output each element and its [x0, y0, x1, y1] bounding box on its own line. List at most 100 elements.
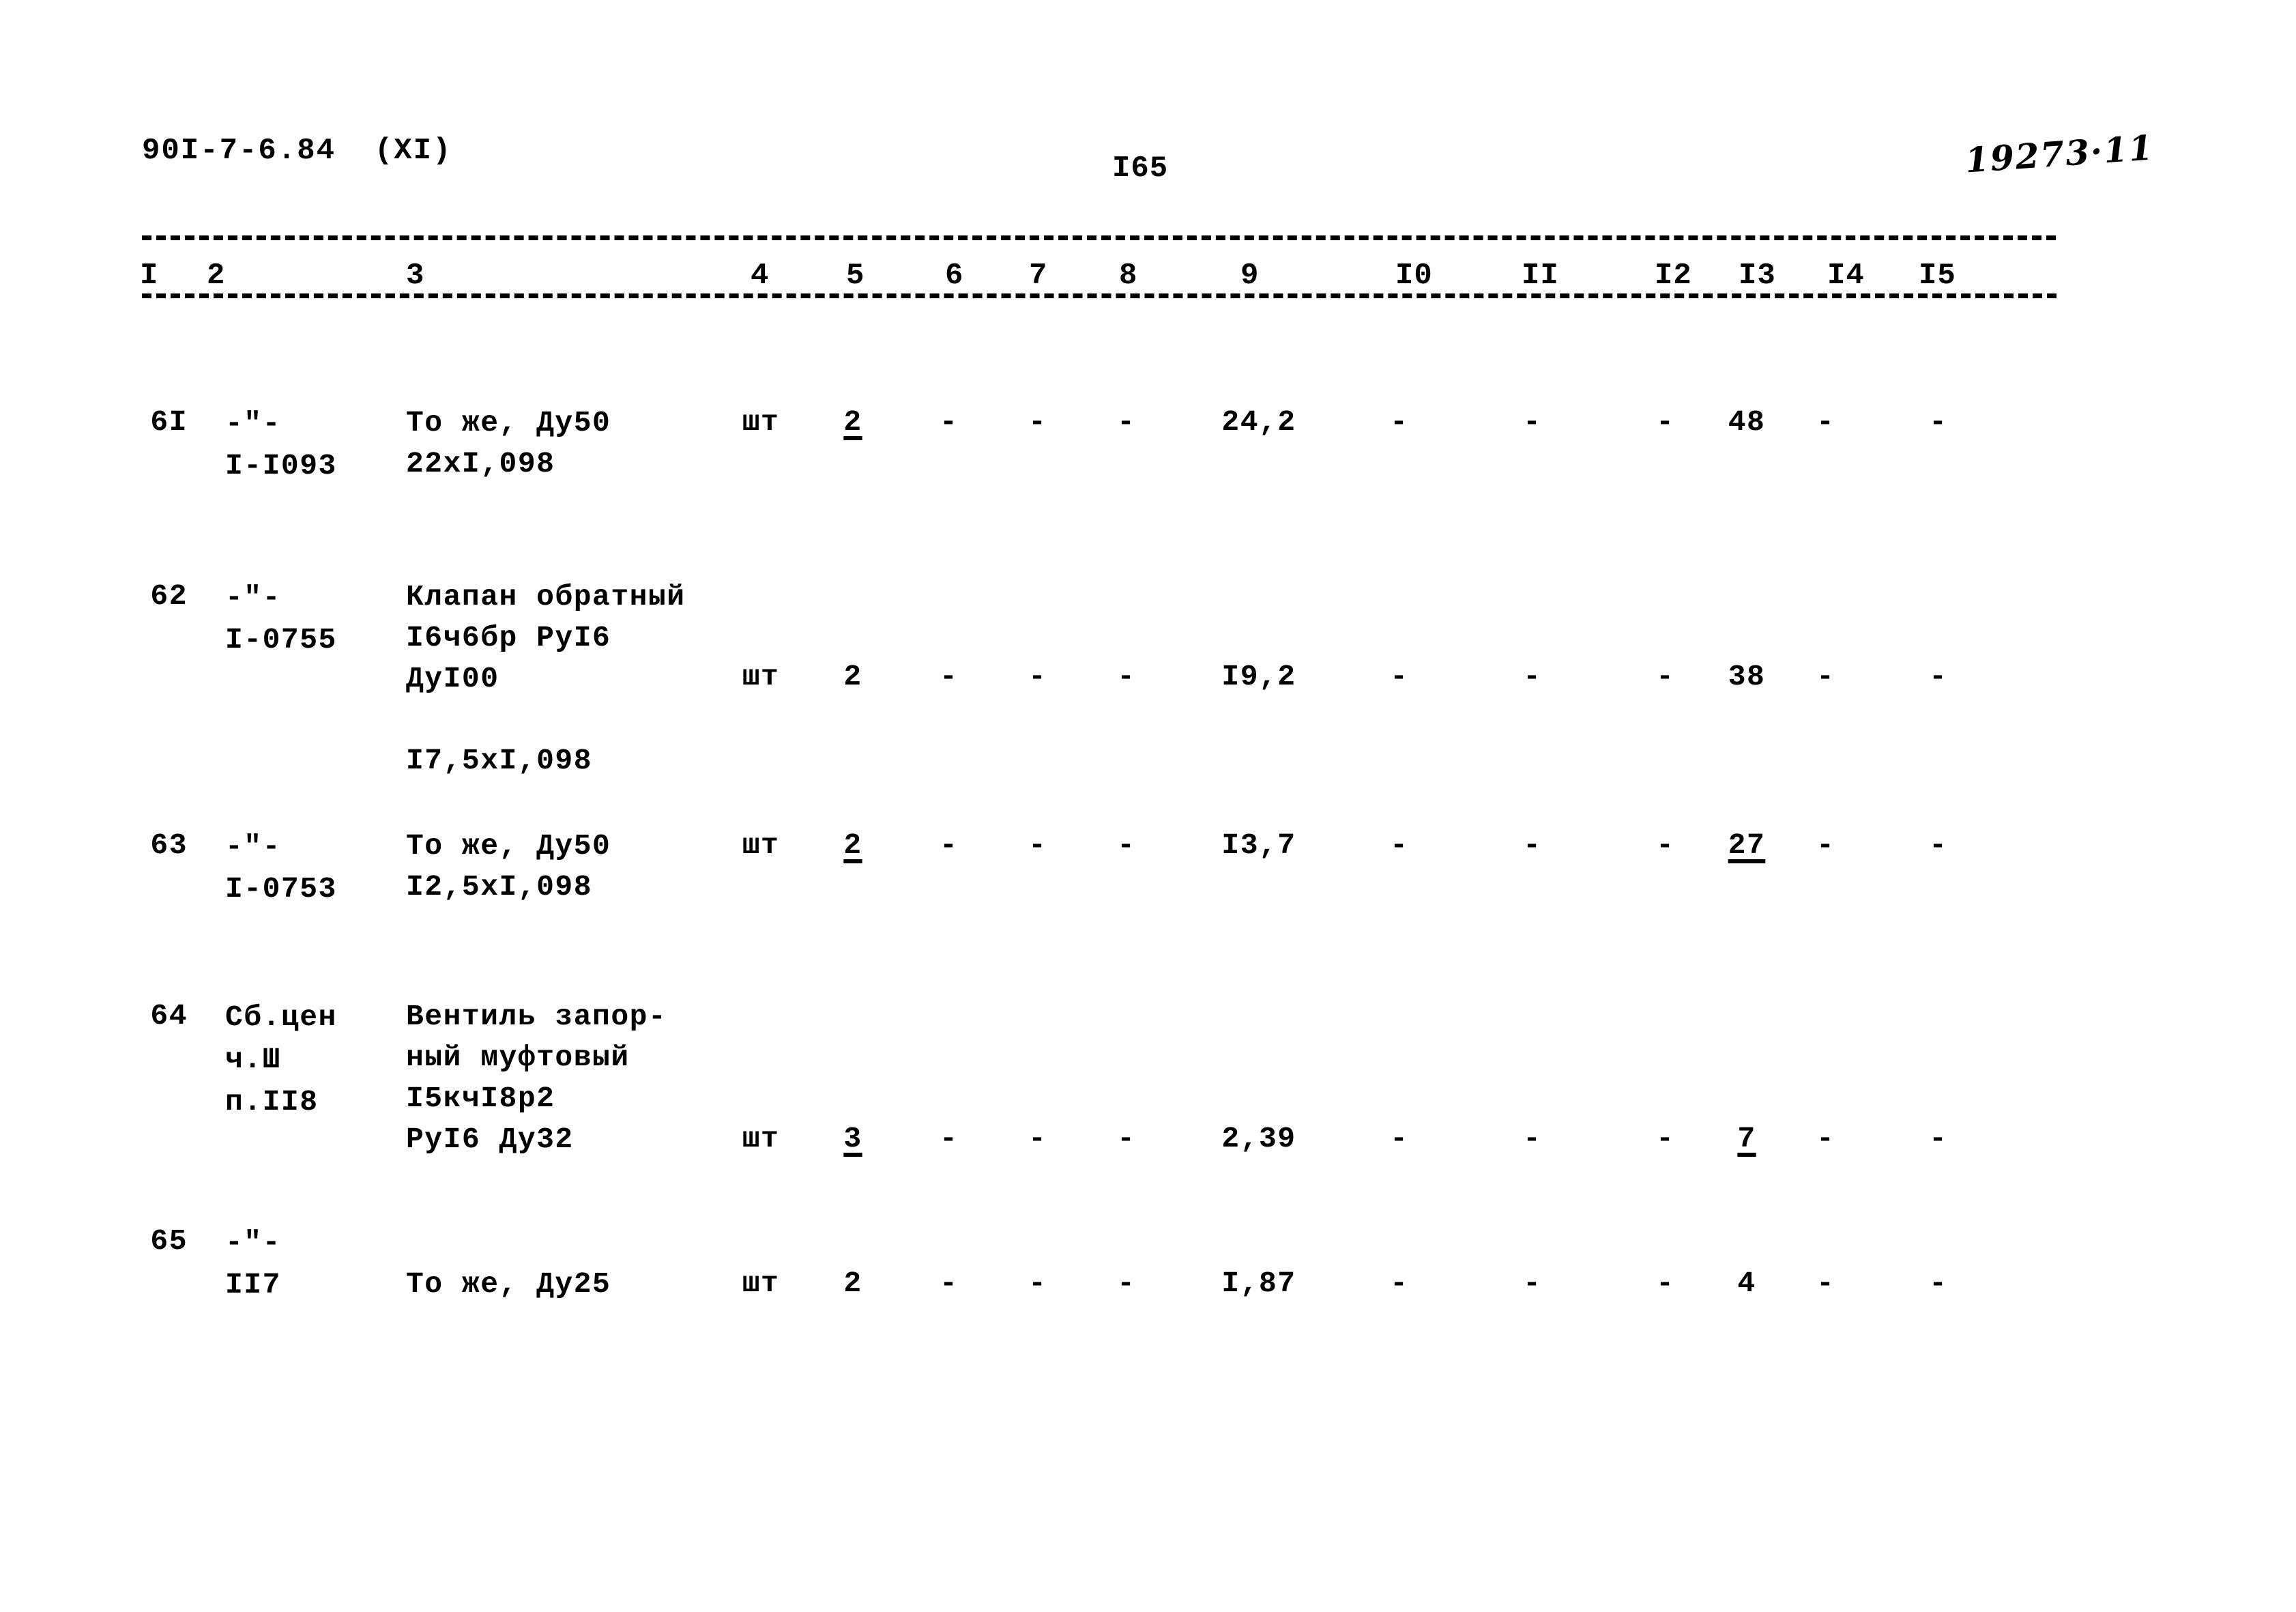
row-col12: -: [1656, 660, 1674, 693]
row-reference-code: -"- II7: [225, 1222, 281, 1306]
text-line: I-0753: [225, 872, 337, 906]
row-col7: -: [1028, 1122, 1046, 1155]
row-col13: 27: [1728, 829, 1766, 862]
row-number: 65: [150, 1224, 188, 1258]
row-reference-code: -"- I-0753: [225, 826, 337, 910]
row-col10: -: [1390, 405, 1408, 439]
text-line: -"-: [225, 830, 281, 863]
row-col9: I3,7: [1221, 829, 1296, 862]
row-quantity: 2: [843, 660, 862, 693]
text-line: п.II8: [225, 1085, 319, 1119]
row-reference-code: -"- I-0755: [225, 577, 337, 661]
row-col12: -: [1656, 405, 1674, 439]
row-col14: -: [1816, 660, 1834, 693]
row-unit: шт: [742, 1267, 780, 1300]
row-col12: -: [1656, 1267, 1674, 1300]
row-col14: -: [1816, 829, 1834, 862]
row-col11: -: [1523, 405, 1541, 439]
column-number-9: 9: [1240, 259, 1260, 293]
row-col6: -: [940, 1267, 957, 1300]
column-number-8: 8: [1119, 259, 1138, 293]
row-col12: -: [1656, 829, 1674, 862]
row-col15: -: [1929, 829, 1947, 862]
row-unit: шт: [742, 405, 780, 439]
row-description: То же, Ду50 22хI,098: [406, 403, 611, 485]
column-number-6: 6: [945, 259, 964, 293]
column-number-15: I5: [1919, 259, 1956, 293]
row-quantity: 2: [843, 1267, 862, 1300]
row-col13: 7: [1737, 1122, 1756, 1155]
text-line: ный муфтовый: [406, 1041, 630, 1074]
row-quantity: 2: [843, 405, 862, 439]
row-number: 6I: [150, 405, 188, 439]
row-col9: 2,39: [1221, 1122, 1296, 1155]
column-number-1: I: [140, 259, 159, 293]
row-unit: шт: [742, 660, 780, 693]
row-col14: -: [1816, 1267, 1834, 1300]
table-top-border: [142, 235, 2056, 240]
row-col7: -: [1028, 660, 1046, 693]
row-col8: -: [1117, 1267, 1135, 1300]
row-reference-code: Сб.цен ч.Ш п.II8: [225, 996, 337, 1123]
row-col10: -: [1390, 660, 1408, 693]
document-page: 90I-7-6.84 (XI) I65 19273·11 I 2 3 4 5 6…: [0, 0, 2296, 1612]
row-col9: 24,2: [1221, 405, 1296, 439]
row-col10: -: [1390, 1122, 1408, 1155]
text-line: Вентиль запор-: [406, 1000, 667, 1033]
text-line: ДуI00: [406, 662, 499, 695]
row-col14: -: [1816, 1122, 1834, 1155]
row-col8: -: [1117, 660, 1135, 693]
text-line: [406, 700, 686, 740]
column-number-row: I 2 3 4 5 6 7 8 9 I0 II I2 I3 I4 I5: [0, 261, 2296, 308]
column-number-7: 7: [1029, 259, 1048, 293]
row-col10: -: [1390, 1267, 1408, 1300]
column-number-11: II: [1522, 259, 1559, 293]
column-number-14: I4: [1827, 259, 1865, 293]
row-description: Вентиль запор-ный муфтовый I5кчI8р2 РуI6 Д…: [406, 996, 667, 1160]
text-line: I7,5хI,098: [406, 744, 593, 777]
column-number-13: I3: [1739, 259, 1776, 293]
row-col9: I9,2: [1221, 660, 1296, 693]
row-col7: -: [1028, 829, 1046, 862]
row-quantity: 3: [843, 1122, 862, 1155]
text-line: I2,5хI,098: [406, 870, 593, 904]
row-col12: -: [1656, 1122, 1674, 1155]
row-col15: -: [1929, 660, 1947, 693]
column-number-3: 3: [406, 259, 425, 293]
row-col7: -: [1028, 405, 1046, 439]
row-col9: I,87: [1221, 1267, 1296, 1300]
row-col13: 4: [1737, 1267, 1756, 1300]
column-number-4: 4: [751, 259, 770, 293]
text-line: I-I093: [225, 449, 337, 483]
handwritten-annotation: 19273·11: [1964, 127, 2155, 181]
row-unit: шт: [742, 1122, 780, 1155]
row-col6: -: [940, 829, 957, 862]
text-line: То же, Ду25: [406, 1267, 611, 1301]
row-col6: -: [940, 1122, 957, 1155]
row-col11: -: [1523, 660, 1541, 693]
row-col11: -: [1523, 1267, 1541, 1300]
row-description: Клапан обратный I6ч6бр РуI6 ДуI00 I7,5хI,0…: [406, 577, 686, 781]
text-line: 22хI,098: [406, 447, 555, 480]
text-line: Клапан обратный: [406, 580, 686, 614]
text-line: -"-: [225, 407, 281, 440]
row-col15: -: [1929, 1122, 1947, 1155]
row-col8: -: [1117, 829, 1135, 862]
column-number-2: 2: [207, 259, 226, 293]
row-reference-code: -"- I-I093: [225, 403, 337, 487]
text-line: То же, Ду50: [406, 406, 611, 440]
document-code: 90I-7-6.84 (XI): [142, 134, 452, 168]
column-number-5: 5: [846, 259, 865, 293]
row-col13: 38: [1728, 660, 1766, 693]
text-line: I6ч6бр РуI6: [406, 621, 611, 654]
column-rule: [142, 293, 2057, 298]
row-col13: 48: [1728, 405, 1766, 439]
row-number: 62: [150, 579, 188, 613]
row-col6: -: [940, 660, 957, 693]
column-number-12: I2: [1655, 259, 1692, 293]
row-col8: -: [1117, 1122, 1135, 1155]
row-col14: -: [1816, 405, 1834, 439]
text-line: II7: [225, 1268, 281, 1301]
row-quantity: 2: [843, 829, 862, 862]
row-number: 64: [150, 999, 188, 1033]
